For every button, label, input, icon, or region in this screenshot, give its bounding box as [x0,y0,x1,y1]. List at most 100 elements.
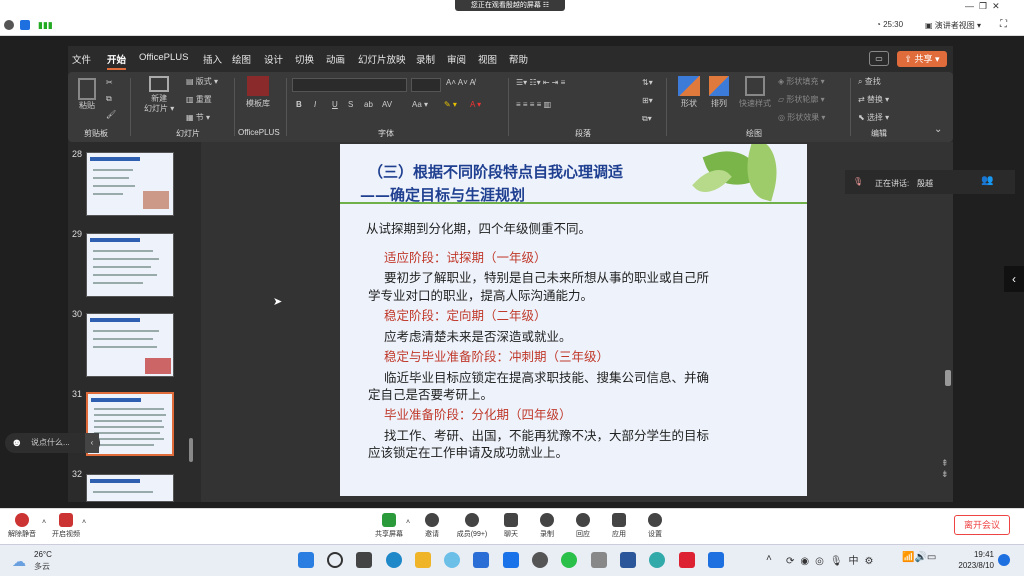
shape-outline-button[interactable]: ▱ 形状轮廓 ▾ [778,94,825,105]
reset-button[interactable]: ▥ 重置 [186,94,212,105]
tab-insert[interactable]: 插入 [203,52,222,66]
tencent-meeting-icon[interactable] [708,552,724,568]
wechat-icon[interactable] [561,552,577,568]
chat-input[interactable]: ☻ 说点什么... ‹ [5,433,100,453]
quick-styles-button[interactable]: 快速样式 [739,76,771,109]
replace-button[interactable]: ⇄ 替换 ▾ [858,94,889,105]
view-mode-dropdown[interactable]: ▣ 演讲者视图 ▾ [925,20,981,31]
word-icon[interactable] [620,552,636,568]
start-video-button[interactable]: 开启视频 [44,513,88,539]
minimize-icon[interactable]: — [965,1,974,11]
app-icon[interactable] [649,552,665,568]
slide-thumbnail[interactable] [86,152,174,216]
leave-meeting-button[interactable]: 离开会议 [954,515,1010,535]
cut-icon[interactable]: ✂ [106,78,113,87]
shadow-icon[interactable]: S [348,100,353,109]
store-icon[interactable] [473,552,489,568]
collapse-chat-icon[interactable]: ‹ [85,433,99,453]
font-family-select[interactable] [292,78,407,92]
tab-officeplus[interactable]: OfficePLUS [139,52,188,63]
emoji-icon[interactable]: ☻ [11,433,23,453]
settings-button[interactable]: 设置 [633,513,677,539]
tab-transitions[interactable]: 切换 [295,52,314,66]
thumbnail-scrollbar[interactable] [188,146,194,502]
tab-file[interactable]: 文件 [72,52,91,66]
select-button[interactable]: ⬉ 选择 ▾ [858,112,889,123]
template-button[interactable]: 模板库 [246,76,270,109]
shape-fill-button[interactable]: ◈ 形状填充 ▾ [778,76,825,87]
security-shield-icon[interactable] [20,20,30,32]
shapes-button[interactable]: 形状 [678,76,700,109]
font-color-icon[interactable]: A ▾ [470,100,481,109]
change-case-icon[interactable]: Aa ▾ [412,100,428,109]
bold-icon[interactable]: B [296,100,302,109]
network-volume-battery-icons[interactable]: 📶🔊▭ [902,552,936,563]
scrollbar-thumb[interactable] [189,438,193,462]
tray-overflow-icon[interactable]: ˄ [766,553,772,564]
task-view-icon[interactable] [356,552,372,568]
expand-panel-arrow[interactable]: ‹ [1004,266,1024,292]
font-size-select[interactable] [411,78,441,92]
copy-icon[interactable]: ⧉ [106,94,112,104]
edge-icon[interactable] [386,552,402,568]
format-painter-icon[interactable]: 🖌 [106,110,116,119]
share-screen-button[interactable]: 共享屏幕 [367,513,411,539]
section-button[interactable]: ▦ 节 ▾ [186,112,210,123]
tab-animations[interactable]: 动画 [326,52,345,66]
list-buttons[interactable]: ☰▾ ☷▾ ⇤ ⇥ ≡ [516,78,565,87]
tab-view[interactable]: 视图 [478,52,497,66]
tab-review[interactable]: 审阅 [447,52,466,66]
clock-date[interactable]: 2023/8/10 [948,561,994,570]
strikethrough-icon[interactable]: ab [364,100,373,109]
underline-icon[interactable]: U [332,100,338,109]
smartart-icon[interactable]: ⧉▾ [642,114,652,124]
new-slide-button[interactable]: 新建 幻灯片 ▾ [144,76,174,114]
tab-draw[interactable]: 绘图 [232,52,251,66]
wps-icon[interactable] [679,552,695,568]
start-icon[interactable] [298,552,314,568]
align-buttons[interactable]: ≡ ≡ ≡ ≡ ▥ [516,100,551,109]
app-icon[interactable] [444,552,460,568]
share-button[interactable]: ⇪ 共享 ▾ [897,51,947,67]
video-options-chevron[interactable]: ˄ [78,519,90,526]
slide-thumbnail[interactable] [86,474,174,502]
char-spacing-icon[interactable]: AV [382,100,392,109]
tab-design[interactable]: 设计 [264,52,283,66]
collapse-ribbon-icon[interactable]: ⌄ [934,124,942,135]
fullscreen-icon[interactable]: ⛶ [1000,19,1007,30]
clock-time[interactable]: 19:41 [960,550,994,559]
file-explorer-icon[interactable] [415,552,431,568]
shape-effect-button[interactable]: ◎ 形状效果 ▾ [778,112,825,123]
highlight-icon[interactable]: ✎ ▾ [444,100,457,109]
text-direction-icon[interactable]: ⇅▾ [642,78,653,87]
align-text-icon[interactable]: ⊞▾ [642,96,653,105]
participants-button[interactable]: 成员(99+) [450,513,494,539]
font-size-adjust-icons[interactable]: A˄ A˅ A̸ [446,78,475,87]
slide-thumbnail[interactable] [86,313,174,377]
prev-next-slide-icons[interactable]: ⇞ ⇟ [941,458,949,480]
weather-icon[interactable]: ☁ [12,553,26,570]
tab-record[interactable]: 录制 [416,52,435,66]
notification-icon[interactable] [998,554,1010,566]
invite-button[interactable]: 邀请 [410,513,454,539]
comments-icon[interactable]: ▭ [869,51,889,66]
italic-icon[interactable]: I [314,100,316,109]
scrollbar-thumb[interactable] [945,370,951,386]
find-button[interactable]: ⌕ 查找 [858,76,881,87]
slide-thumbnail[interactable] [86,233,174,297]
app-icon[interactable] [591,552,607,568]
layout-button[interactable]: ▤ 版式 ▾ [186,76,218,87]
app-icon[interactable] [532,552,548,568]
unmute-button[interactable]: 解除静音 [0,513,44,539]
current-slide[interactable]: （三）根据不同阶段特点自我心理调适 ——确定目标与生涯规划 从试探期到分化期，四… [340,144,807,496]
close-icon[interactable]: ✕ [992,1,1000,11]
arrange-button[interactable]: 排列 [709,76,729,109]
tab-help[interactable]: 帮助 [509,52,528,66]
paste-button[interactable]: 粘贴 [78,78,96,111]
app-icon[interactable] [503,552,519,568]
restore-icon[interactable]: ❐ [979,1,987,11]
tab-home[interactable]: 开始 [107,52,127,70]
tray-icons[interactable]: ⟳◉◎🎙中⚙ [786,552,880,567]
editor-scrollbar[interactable] [945,146,951,466]
tab-slideshow[interactable]: 幻灯片放映 [358,52,406,66]
